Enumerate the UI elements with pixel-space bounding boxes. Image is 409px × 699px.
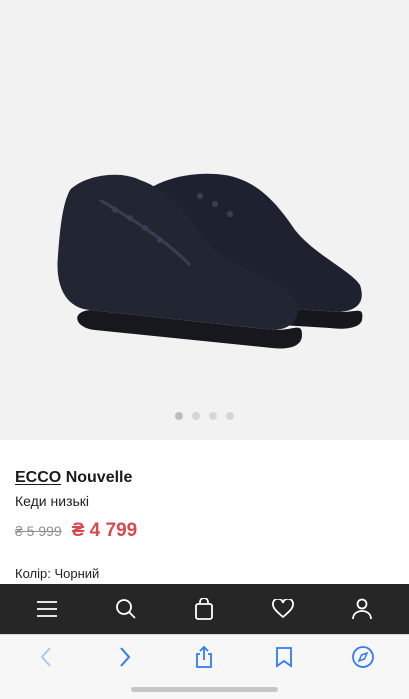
bag-icon — [195, 598, 214, 620]
account-button[interactable] — [342, 589, 382, 629]
product-image — [57, 173, 363, 349]
menu-button[interactable] — [27, 589, 67, 629]
forward-button[interactable] — [105, 637, 145, 677]
product-subtitle: Кеди низькі — [15, 493, 90, 509]
home-indicator — [131, 687, 278, 692]
user-icon — [351, 598, 372, 620]
color-label: Колір: Чорний — [15, 566, 100, 581]
tabs-button[interactable] — [343, 637, 383, 677]
bookmarks-button[interactable] — [264, 637, 304, 677]
price-block: ₴ 5 999 ₴ 4 799 — [15, 520, 394, 542]
product-info: ECCO Nouvelle Кеди низькі ₴ 5 999 ₴ 4 79… — [15, 468, 394, 542]
product-title: ECCO Nouvelle — [15, 468, 394, 488]
search-icon — [115, 599, 136, 619]
gallery-pagination[interactable] — [0, 412, 409, 420]
browser-toolbar — [0, 634, 409, 699]
bookmarks-icon — [275, 647, 292, 668]
back-button[interactable] — [26, 637, 66, 677]
search-button[interactable] — [106, 589, 146, 629]
site-bottom-nav — [0, 584, 409, 634]
gallery-dot[interactable] — [175, 412, 183, 420]
product-image-gallery[interactable] — [0, 0, 409, 440]
gallery-dot[interactable] — [192, 412, 200, 420]
model-name: Nouvelle — [65, 469, 133, 486]
forward-icon — [120, 647, 131, 667]
old-price: ₴ 5 999 — [15, 523, 62, 539]
share-icon — [196, 645, 213, 668]
compass-icon — [352, 646, 375, 668]
gallery-dot[interactable] — [209, 412, 217, 420]
gallery-dot[interactable] — [226, 412, 234, 420]
menu-icon — [37, 601, 58, 617]
brand-link[interactable]: ECCO — [15, 469, 61, 486]
bag-button[interactable] — [184, 589, 224, 629]
heart-icon — [272, 599, 294, 619]
share-button[interactable] — [184, 637, 224, 677]
sale-price: ₴ 4 799 — [71, 520, 138, 541]
wishlist-button[interactable] — [263, 589, 303, 629]
back-icon — [40, 647, 51, 667]
